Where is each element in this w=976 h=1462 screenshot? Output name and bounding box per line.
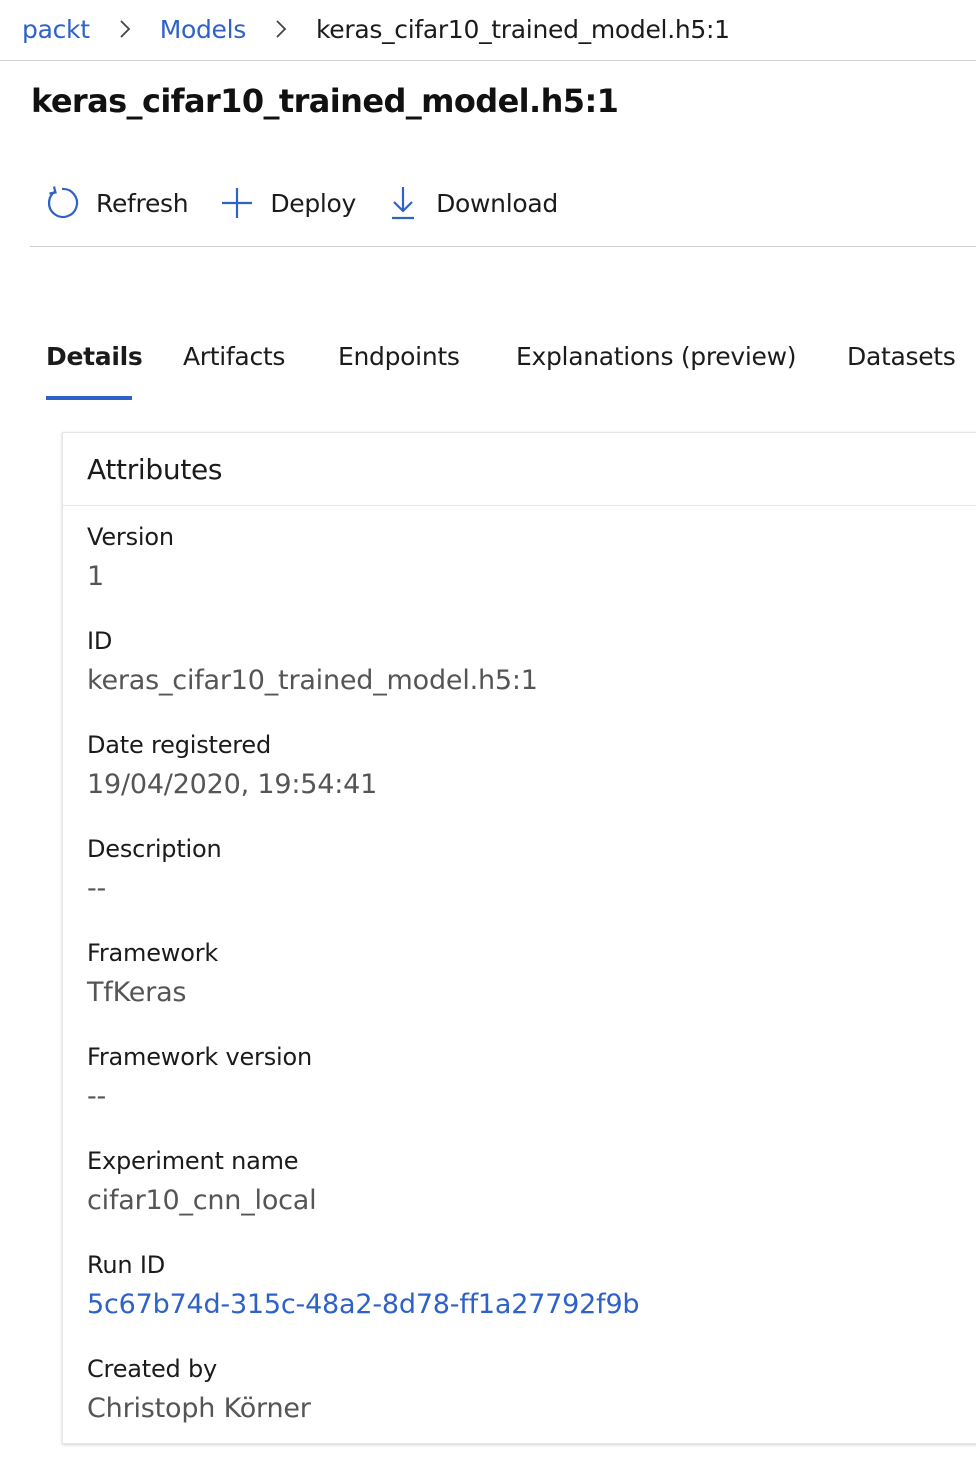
download-button[interactable]: Download bbox=[389, 185, 558, 221]
attribute-created-by: Created by Christoph Körner bbox=[87, 1351, 311, 1431]
attribute-value: TfKeras bbox=[87, 977, 187, 1008]
attribute-run-id: Run ID 5c67b74d-315c-48a2-8d78-ff1a27792… bbox=[87, 1247, 640, 1327]
attribute-framework: Framework TfKeras bbox=[87, 935, 218, 1015]
header-divider bbox=[0, 60, 976, 61]
breadcrumb-current: keras_cifar10_trained_model.h5:1 bbox=[316, 14, 730, 44]
attribute-date-registered: Date registered 19/04/2020, 19:54:41 bbox=[87, 727, 377, 807]
attribute-value: cifar10_cnn_local bbox=[87, 1185, 317, 1216]
attribute-value: -- bbox=[87, 873, 107, 904]
attributes-title: Attributes bbox=[63, 433, 976, 506]
plus-icon bbox=[220, 186, 254, 220]
attribute-value: Christoph Körner bbox=[87, 1393, 311, 1424]
deploy-button[interactable]: Deploy bbox=[220, 186, 356, 220]
refresh-icon bbox=[44, 185, 80, 221]
attribute-experiment-name: Experiment name cifar10_cnn_local bbox=[87, 1143, 317, 1223]
breadcrumb-models-link[interactable]: Models bbox=[160, 15, 247, 44]
attribute-version: Version 1 bbox=[87, 519, 174, 599]
attribute-description: Description -- bbox=[87, 831, 222, 911]
tab-details[interactable]: Details bbox=[46, 336, 143, 378]
attribute-label: Date registered bbox=[87, 731, 272, 759]
attribute-value: keras_cifar10_trained_model.h5:1 bbox=[87, 665, 538, 696]
tab-explanations[interactable]: Explanations (preview) bbox=[516, 336, 797, 378]
attribute-value: 1 bbox=[87, 561, 104, 592]
attribute-label: Framework version bbox=[87, 1043, 312, 1071]
download-label: Download bbox=[436, 188, 558, 218]
attributes-card: Attributes Version 1 ID keras_cifar10_tr… bbox=[62, 432, 976, 1444]
attribute-label: Created by bbox=[87, 1355, 218, 1383]
tab-artifacts[interactable]: Artifacts bbox=[183, 336, 285, 378]
attribute-value: 19/04/2020, 19:54:41 bbox=[87, 769, 378, 800]
toolbar-divider bbox=[30, 246, 976, 247]
attribute-label: Experiment name bbox=[87, 1147, 299, 1175]
attribute-id: ID keras_cifar10_trained_model.h5:1 bbox=[87, 623, 538, 703]
command-bar: Refresh Deploy Download bbox=[44, 180, 558, 226]
refresh-label: Refresh bbox=[96, 188, 189, 218]
attribute-label: Framework bbox=[87, 939, 219, 967]
attribute-value: -- bbox=[87, 1081, 107, 1112]
tab-datasets[interactable]: Datasets bbox=[847, 336, 956, 378]
page-title: keras_cifar10_trained_model.h5:1 bbox=[31, 82, 619, 120]
attribute-label: Run ID bbox=[87, 1251, 166, 1279]
chevron-right-icon bbox=[105, 10, 145, 48]
active-tab-indicator bbox=[46, 396, 132, 400]
refresh-button[interactable]: Refresh bbox=[44, 185, 189, 221]
attribute-label: Description bbox=[87, 835, 222, 863]
breadcrumb-packt-link[interactable]: packt bbox=[22, 15, 90, 44]
tab-endpoints[interactable]: Endpoints bbox=[338, 336, 460, 378]
deploy-label: Deploy bbox=[270, 188, 357, 218]
attribute-framework-version: Framework version -- bbox=[87, 1039, 312, 1119]
download-icon bbox=[389, 185, 417, 221]
run-id-link[interactable]: 5c67b74d-315c-48a2-8d78-ff1a27792f9b bbox=[87, 1283, 640, 1327]
breadcrumb: packt Models keras_cifar10_trained_model… bbox=[22, 10, 730, 48]
chevron-right-icon bbox=[261, 10, 301, 48]
attribute-label: ID bbox=[87, 627, 113, 655]
attribute-label: Version bbox=[87, 523, 174, 551]
